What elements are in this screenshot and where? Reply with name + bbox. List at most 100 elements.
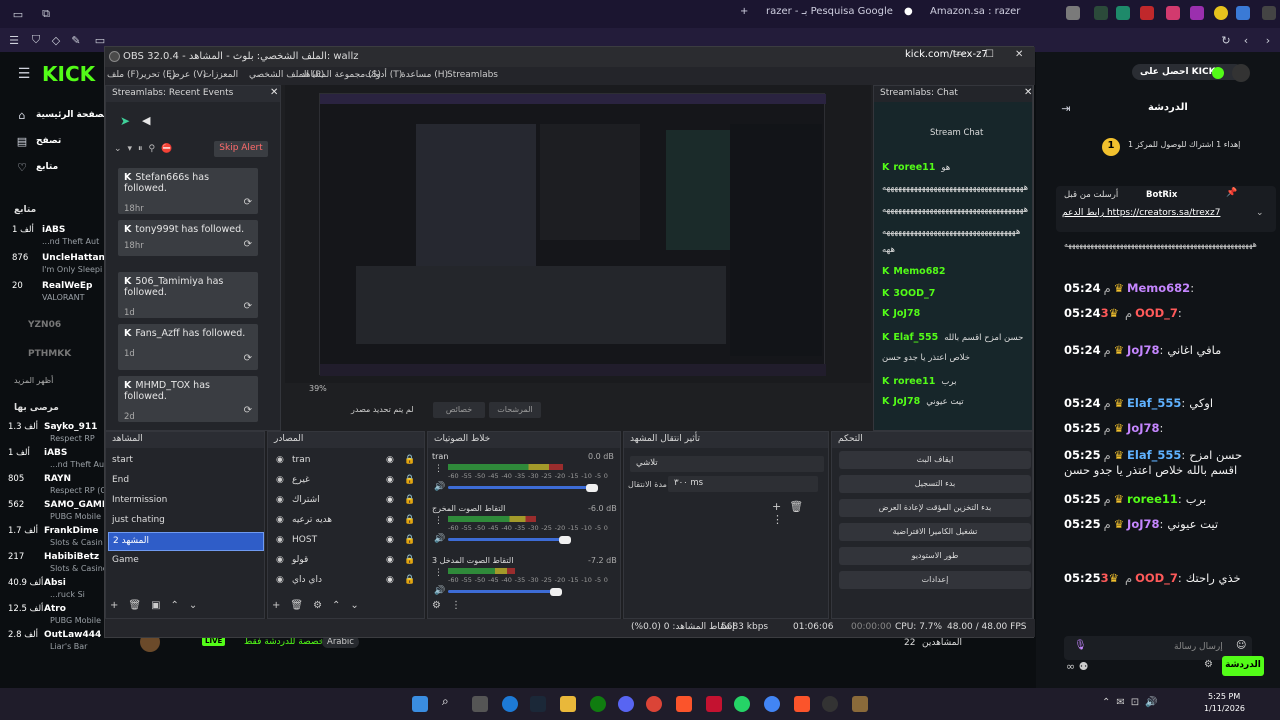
- scene-item[interactable]: start: [108, 452, 264, 471]
- source-item[interactable]: tran: [270, 452, 420, 471]
- hamburger-icon[interactable]: ☰: [16, 66, 32, 82]
- source-toolbar-icons[interactable]: +🗑⚙⌃⌄: [272, 600, 369, 611]
- window-menu-icon[interactable]: ▭: [10, 6, 26, 22]
- lock-icon[interactable]: 🔒: [404, 535, 415, 545]
- brave-icon[interactable]: [794, 696, 810, 712]
- more-icon[interactable]: ⋮: [434, 568, 443, 578]
- menu-item[interactable]: مساعدة (H): [401, 70, 448, 80]
- rec-name[interactable]: RAYN: [44, 474, 71, 484]
- scene-item[interactable]: المشهد 2: [108, 532, 264, 551]
- rec-name[interactable]: iABS: [44, 448, 67, 458]
- extension-icon[interactable]: [1262, 6, 1276, 20]
- volume-knob[interactable]: [586, 484, 598, 492]
- eye-icon[interactable]: ◉: [386, 555, 394, 565]
- rec-name[interactable]: Sayko_911: [44, 422, 97, 432]
- rec-name[interactable]: FrankDime: [44, 526, 99, 536]
- follow-name[interactable]: iABS: [42, 225, 65, 235]
- start-icon[interactable]: [412, 696, 428, 712]
- brave-icon[interactable]: [676, 696, 692, 712]
- zoom-level[interactable]: 39%: [309, 384, 327, 393]
- chat-username[interactable]: JoJ78: [1127, 517, 1159, 531]
- send-chat-button[interactable]: الدردشة: [1222, 656, 1264, 676]
- chat-username[interactable]: JoJ78: [1127, 343, 1159, 357]
- more-icon[interactable]: ⋮: [434, 464, 443, 474]
- menu-item[interactable]: أدوات (T): [365, 70, 402, 80]
- nav-following[interactable]: متابع: [36, 162, 58, 172]
- lock-icon[interactable]: 🔒: [404, 495, 415, 505]
- chat-username[interactable]: Elaf_555: [1127, 396, 1181, 410]
- volume-knob[interactable]: [559, 536, 571, 544]
- show-more[interactable]: أظهر المزيد: [14, 376, 53, 385]
- more-icon[interactable]: ⋮: [434, 516, 443, 526]
- speaker-icon[interactable]: 🔊: [434, 586, 445, 596]
- lock-icon[interactable]: 🔒: [404, 575, 415, 585]
- whatsapp-icon[interactable]: [734, 696, 750, 712]
- browse-icon[interactable]: ▤: [14, 133, 30, 149]
- tab-google-search[interactable]: razer - بـ Pesquisa Google: [766, 6, 893, 17]
- menu-item[interactable]: ملف (F): [107, 70, 139, 80]
- search-icon[interactable]: ⌕: [442, 694, 458, 710]
- source-item[interactable]: HOST: [270, 532, 420, 551]
- eye-icon[interactable]: ◉: [386, 475, 394, 485]
- minimize-icon[interactable]: —: [955, 49, 965, 60]
- replay-icon[interactable]: ⟳: [244, 353, 252, 364]
- avatar[interactable]: [1232, 64, 1250, 82]
- menu-item[interactable]: المعززات: [203, 70, 238, 80]
- app-icon[interactable]: [706, 696, 722, 712]
- control-button[interactable]: ايقاف البث: [839, 451, 1031, 469]
- scene-item[interactable]: just chating: [108, 512, 264, 531]
- menu-icon[interactable]: ☰: [6, 32, 22, 48]
- nav-home[interactable]: الصفحة الرئيسية: [36, 110, 110, 120]
- stream-category[interactable]: مخصصة للدردشة فقط: [244, 637, 329, 647]
- rec-name[interactable]: Atro: [44, 604, 66, 614]
- speaker-icon[interactable]: 🔊: [434, 534, 445, 544]
- control-button[interactable]: إعدادات: [839, 571, 1031, 589]
- extension-icon[interactable]: [1166, 6, 1180, 20]
- send-icon[interactable]: ➤: [120, 114, 130, 128]
- mic-icon[interactable]: 🎙: [1074, 640, 1087, 651]
- maximize-icon[interactable]: ☐: [985, 49, 994, 60]
- duration-input[interactable]: ٣٠٠ ms: [668, 476, 818, 492]
- scene-item[interactable]: Game: [108, 552, 264, 571]
- close-icon[interactable]: ✕: [270, 87, 278, 98]
- volume-knob[interactable]: [550, 588, 562, 596]
- chevron-down-icon[interactable]: ⌄: [1256, 208, 1264, 218]
- replay-icon[interactable]: ⟳: [244, 405, 252, 416]
- nav-browse[interactable]: تصفح: [36, 136, 61, 146]
- extension-icon[interactable]: [1094, 6, 1108, 20]
- collapse-chat-icon[interactable]: ⇥: [1058, 100, 1074, 116]
- eye-icon[interactable]: ◉: [386, 535, 394, 545]
- replay-icon[interactable]: ⟳: [244, 301, 252, 312]
- rec-name[interactable]: SAMO_GAMI: [44, 500, 105, 510]
- filters-button[interactable]: المرشحات: [489, 402, 541, 418]
- volume-slider[interactable]: [448, 486, 592, 489]
- chat-username[interactable]: Elaf_555: [1127, 448, 1181, 462]
- source-item[interactable]: اشتراك: [270, 492, 420, 511]
- rec-name[interactable]: Absi: [44, 578, 66, 588]
- control-button[interactable]: بدء التخزين المؤقت لإعادة العرض: [839, 499, 1031, 517]
- scene-item[interactable]: End: [108, 472, 264, 491]
- tag-icon[interactable]: ◇: [48, 32, 64, 48]
- chrome-icon[interactable]: [764, 696, 780, 712]
- close-icon[interactable]: ✕: [1015, 49, 1023, 60]
- extension-icon[interactable]: [1066, 6, 1080, 20]
- follow-name[interactable]: PTHMKK: [28, 349, 71, 359]
- shield-icon[interactable]: ⛉: [28, 32, 44, 48]
- edge-icon[interactable]: [502, 696, 518, 712]
- control-button[interactable]: طور الاستوديو: [839, 547, 1031, 565]
- lock-icon[interactable]: 🔒: [404, 455, 415, 465]
- mixer-toolbar-icons[interactable]: ⚙⋮: [432, 600, 471, 611]
- skip-alert-button[interactable]: Skip Alert: [214, 141, 268, 157]
- source-item[interactable]: قولو: [270, 552, 420, 571]
- extension-icon[interactable]: [1236, 6, 1250, 20]
- chat-username[interactable]: roree11: [1127, 492, 1178, 506]
- get-kicks-button[interactable]: احصل على KICKs: [1132, 64, 1243, 80]
- youtube-icon[interactable]: [1140, 6, 1154, 20]
- gift-icon[interactable]: ∞ ⚉: [1066, 660, 1089, 673]
- chrome-icon[interactable]: [646, 696, 662, 712]
- rec-name[interactable]: HabibiBetz: [44, 552, 99, 562]
- reload-icon[interactable]: ↻: [1218, 32, 1234, 48]
- eye-icon[interactable]: ◉: [386, 455, 394, 465]
- tab-amazon[interactable]: Amazon.sa : razer: [930, 6, 1020, 17]
- obs-icon[interactable]: [822, 696, 838, 712]
